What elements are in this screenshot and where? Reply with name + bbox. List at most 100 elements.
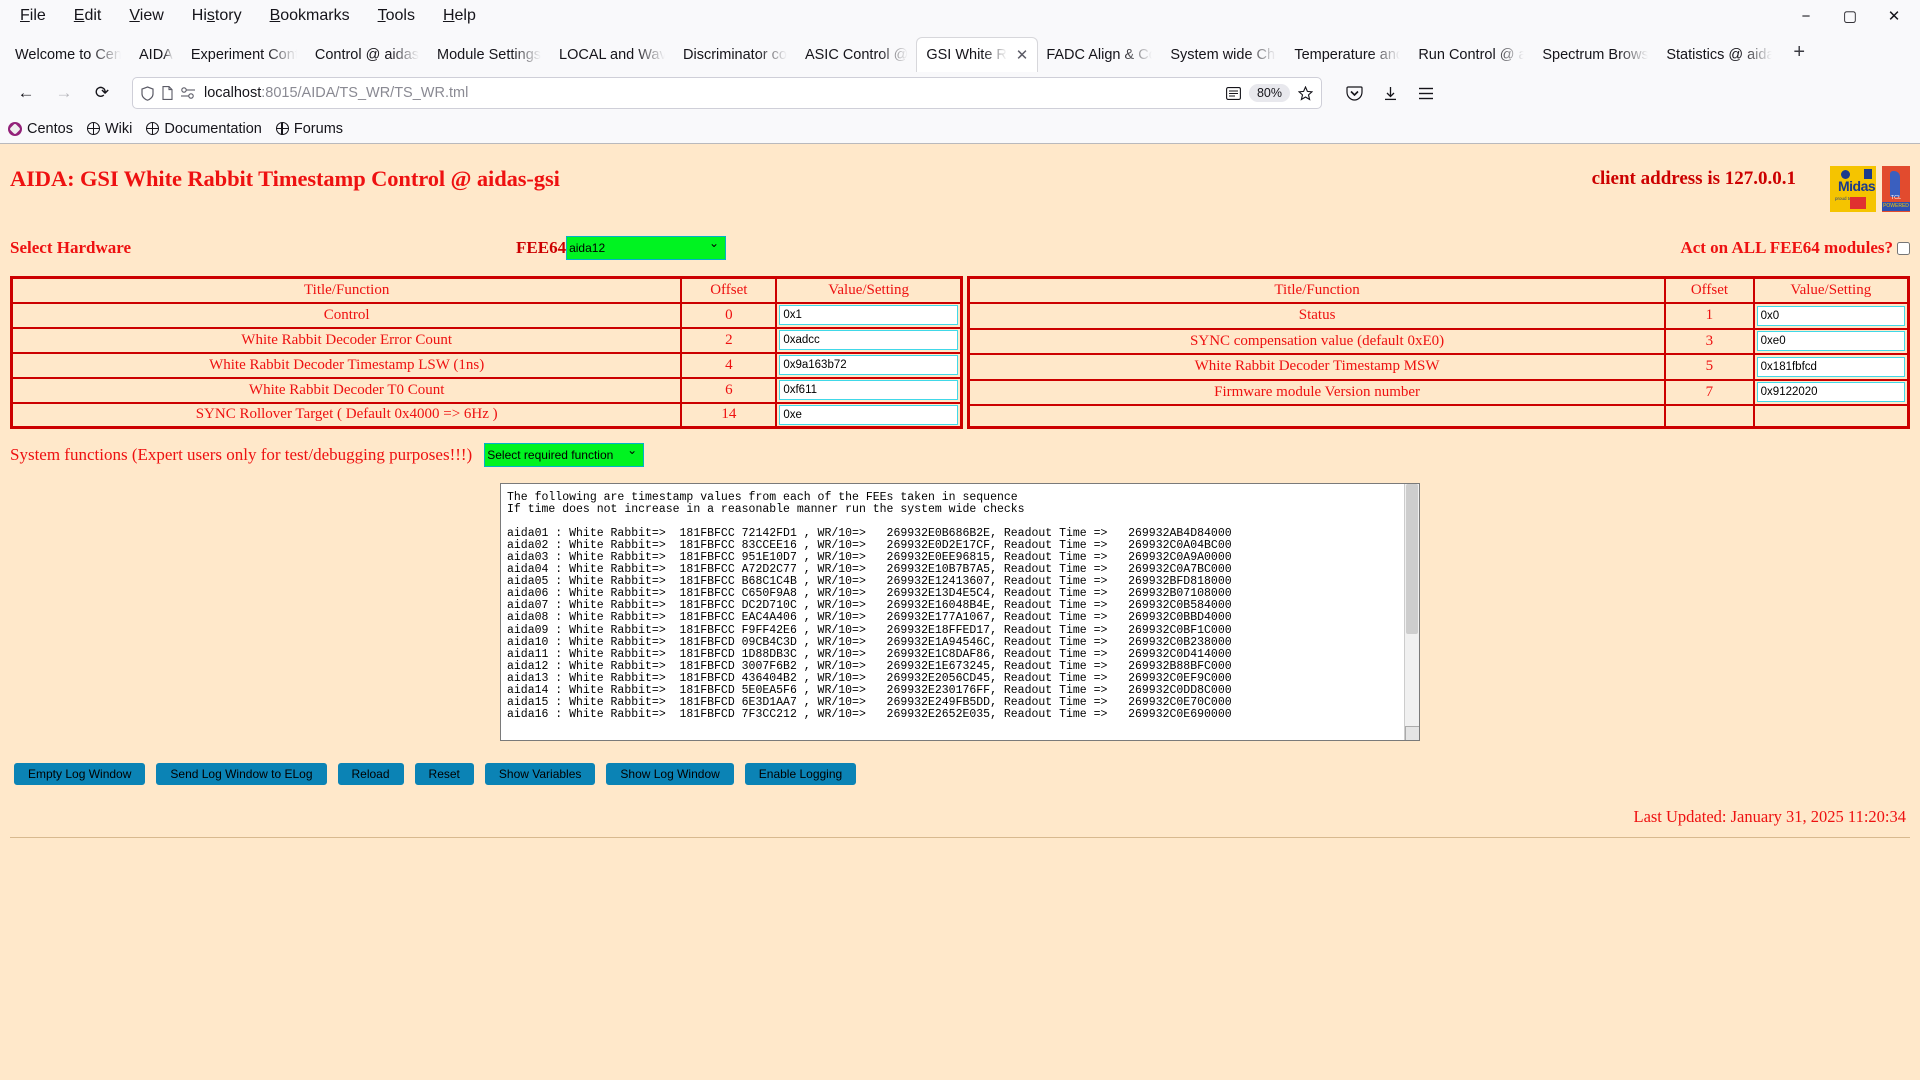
tab-asic-control[interactable]: ASIC Control @ <box>796 38 917 72</box>
reader-view-icon[interactable] <box>1226 86 1241 100</box>
maximize-icon[interactable]: ▢ <box>1828 1 1872 31</box>
midas-logo-icon: Midas proud to <box>1830 166 1876 212</box>
table-row: SYNC compensation value (default 0xE0) 3 <box>967 327 1910 355</box>
log-scrollbar-thumb[interactable] <box>1406 484 1418 634</box>
value-input[interactable] <box>779 330 958 350</box>
tab-experiment-control[interactable]: Experiment Cont <box>182 38 306 72</box>
log-window[interactable]: The following are timestamp values from … <box>500 483 1420 741</box>
bookmark-centos[interactable]: Centos <box>8 121 73 137</box>
table-row: SYNC Rollover Target ( Default 0x4000 =>… <box>10 401 963 429</box>
globe-icon <box>86 122 100 135</box>
new-tab-button[interactable]: + <box>1781 41 1817 70</box>
downloads-icon[interactable] <box>1374 77 1406 109</box>
tab-run-control[interactable]: Run Control @ a <box>1409 38 1533 72</box>
row-title: SYNC Rollover Target ( Default 0x4000 =>… <box>10 401 683 429</box>
hamburger-menu-icon[interactable] <box>1410 77 1442 109</box>
bookmark-star-icon[interactable] <box>1298 85 1313 101</box>
tab-aida[interactable]: AIDA <box>130 38 182 72</box>
menu-edit[interactable]: Edit <box>62 3 114 29</box>
register-table-left: Title/Function Offset Value/Setting Cont… <box>10 276 963 429</box>
tab-label: FADC Align & Co <box>1046 47 1153 63</box>
menu-tools[interactable]: Tools <box>366 3 427 29</box>
tab-label: ASIC Control @ <box>804 47 909 63</box>
value-input[interactable] <box>779 404 958 425</box>
fee64-select[interactable]: aida12 <box>566 236 727 260</box>
minimize-icon[interactable]: − <box>1784 1 1828 31</box>
row-value-cell <box>1752 404 1910 429</box>
act-on-all-checkbox[interactable] <box>1897 241 1910 255</box>
centos-icon <box>8 121 22 136</box>
enable-logging-button[interactable]: Enable Logging <box>744 763 857 785</box>
pocket-icon[interactable] <box>1338 77 1370 109</box>
send-log-window-to-elog-button[interactable]: Send Log Window to ELog <box>156 763 327 785</box>
zoom-level-badge[interactable]: 80% <box>1248 84 1290 102</box>
system-functions-select[interactable]: Select required function <box>484 443 645 467</box>
log-text: The following are timestamp values from … <box>507 491 1232 721</box>
log-resize-handle[interactable] <box>1405 726 1419 740</box>
register-table-right: Title/Function Offset Value/Setting Stat… <box>966 276 1910 429</box>
tab-statistics[interactable]: Statistics @ aida <box>1657 38 1781 72</box>
menu-bookmarks[interactable]: Bookmarks <box>258 3 362 29</box>
bookmark-label: Documentation <box>164 120 262 137</box>
empty-log-window-button[interactable]: Empty Log Window <box>14 763 146 785</box>
row-offset: 6 <box>680 376 778 404</box>
permissions-icon[interactable] <box>181 87 196 99</box>
value-input[interactable] <box>1756 305 1905 326</box>
tab-gsi-white-rabbit[interactable]: GSI White Rab ✕ <box>917 38 1038 72</box>
menu-bar: File Edit View History Bookmarks Tools H… <box>0 0 1920 32</box>
tab-control-aidas[interactable]: Control @ aidas <box>306 38 428 72</box>
back-icon[interactable]: ← <box>10 77 42 109</box>
tab-discriminator[interactable]: Discriminator co <box>674 38 796 72</box>
table-header-row: Title/Function Offset Value/Setting <box>10 276 963 304</box>
value-input[interactable] <box>779 305 958 325</box>
reset-button[interactable]: Reset <box>414 763 474 785</box>
menu-history[interactable]: History <box>180 3 254 29</box>
table-row: Firmware module Version number 7 <box>967 378 1910 406</box>
menu-help[interactable]: Help <box>431 3 488 29</box>
forward-icon[interactable]: → <box>48 77 80 109</box>
value-input[interactable] <box>1756 356 1905 377</box>
tcl-logo-sub: POWERED <box>1882 202 1910 211</box>
tab-fadc-align[interactable]: FADC Align & Co <box>1037 38 1161 72</box>
row-title: White Rabbit Decoder Error Count <box>10 326 683 354</box>
toolbar-actions <box>1338 77 1442 109</box>
page-icon <box>162 86 173 100</box>
log-scrollbar[interactable] <box>1404 484 1419 740</box>
act-on-all-label: Act on ALL FEE64 modules? <box>1680 238 1893 257</box>
tcl-feather <box>1890 171 1900 197</box>
globe-icon <box>275 122 289 135</box>
row-value-cell <box>775 351 963 379</box>
bookmark-forums[interactable]: Forums <box>275 121 343 137</box>
bookmark-documentation[interactable]: Documentation <box>146 121 262 137</box>
show-variables-button[interactable]: Show Variables <box>484 763 596 785</box>
select-hardware-row: Select Hardware FEE64 aida12 Act on ALL … <box>10 234 1910 262</box>
menu-file[interactable]: File <box>8 3 58 29</box>
value-input[interactable] <box>1756 382 1905 403</box>
tab-module-settings[interactable]: Module Settings <box>428 38 550 72</box>
row-offset: 3 <box>1664 327 1755 355</box>
menu-view[interactable]: View <box>117 3 175 29</box>
reload-button[interactable]: Reload <box>337 763 404 785</box>
show-log-window-button[interactable]: Show Log Window <box>606 763 734 785</box>
row-title: Control <box>10 301 683 329</box>
fee64-group: FEE64 aida12 <box>516 236 727 260</box>
address-bar[interactable]: localhost:8015/AIDA/TS_WR/TS_WR.tml 80% <box>132 77 1322 109</box>
row-offset: 0 <box>680 301 778 329</box>
tab-temperature[interactable]: Temperature and <box>1285 38 1409 72</box>
table-row: White Rabbit Decoder T0 Count 6 <box>10 376 963 404</box>
tab-welcome-to-centos[interactable]: Welcome to Cen <box>6 38 130 72</box>
close-window-icon[interactable]: ✕ <box>1872 1 1916 31</box>
tab-spectrum-browser[interactable]: Spectrum Brows <box>1533 38 1657 72</box>
bookmarks-bar: Centos Wiki Documentation Forums <box>0 114 1920 144</box>
system-functions-label: System functions (Expert users only for … <box>10 445 473 464</box>
close-tab-icon[interactable]: ✕ <box>1016 46 1029 64</box>
value-input[interactable] <box>1756 331 1905 352</box>
reload-icon[interactable]: ⟳ <box>86 77 118 109</box>
tab-local-and-wave[interactable]: LOCAL and Wave <box>550 38 674 72</box>
value-input[interactable] <box>779 380 958 400</box>
header-title: Title/Function <box>967 276 1667 304</box>
tab-system-wide-checks[interactable]: System wide Che <box>1161 38 1285 72</box>
value-input[interactable] <box>779 355 958 375</box>
bookmark-wiki[interactable]: Wiki <box>86 121 132 137</box>
url-path: :8015/AIDA/TS_WR/TS_WR.tml <box>261 85 469 101</box>
